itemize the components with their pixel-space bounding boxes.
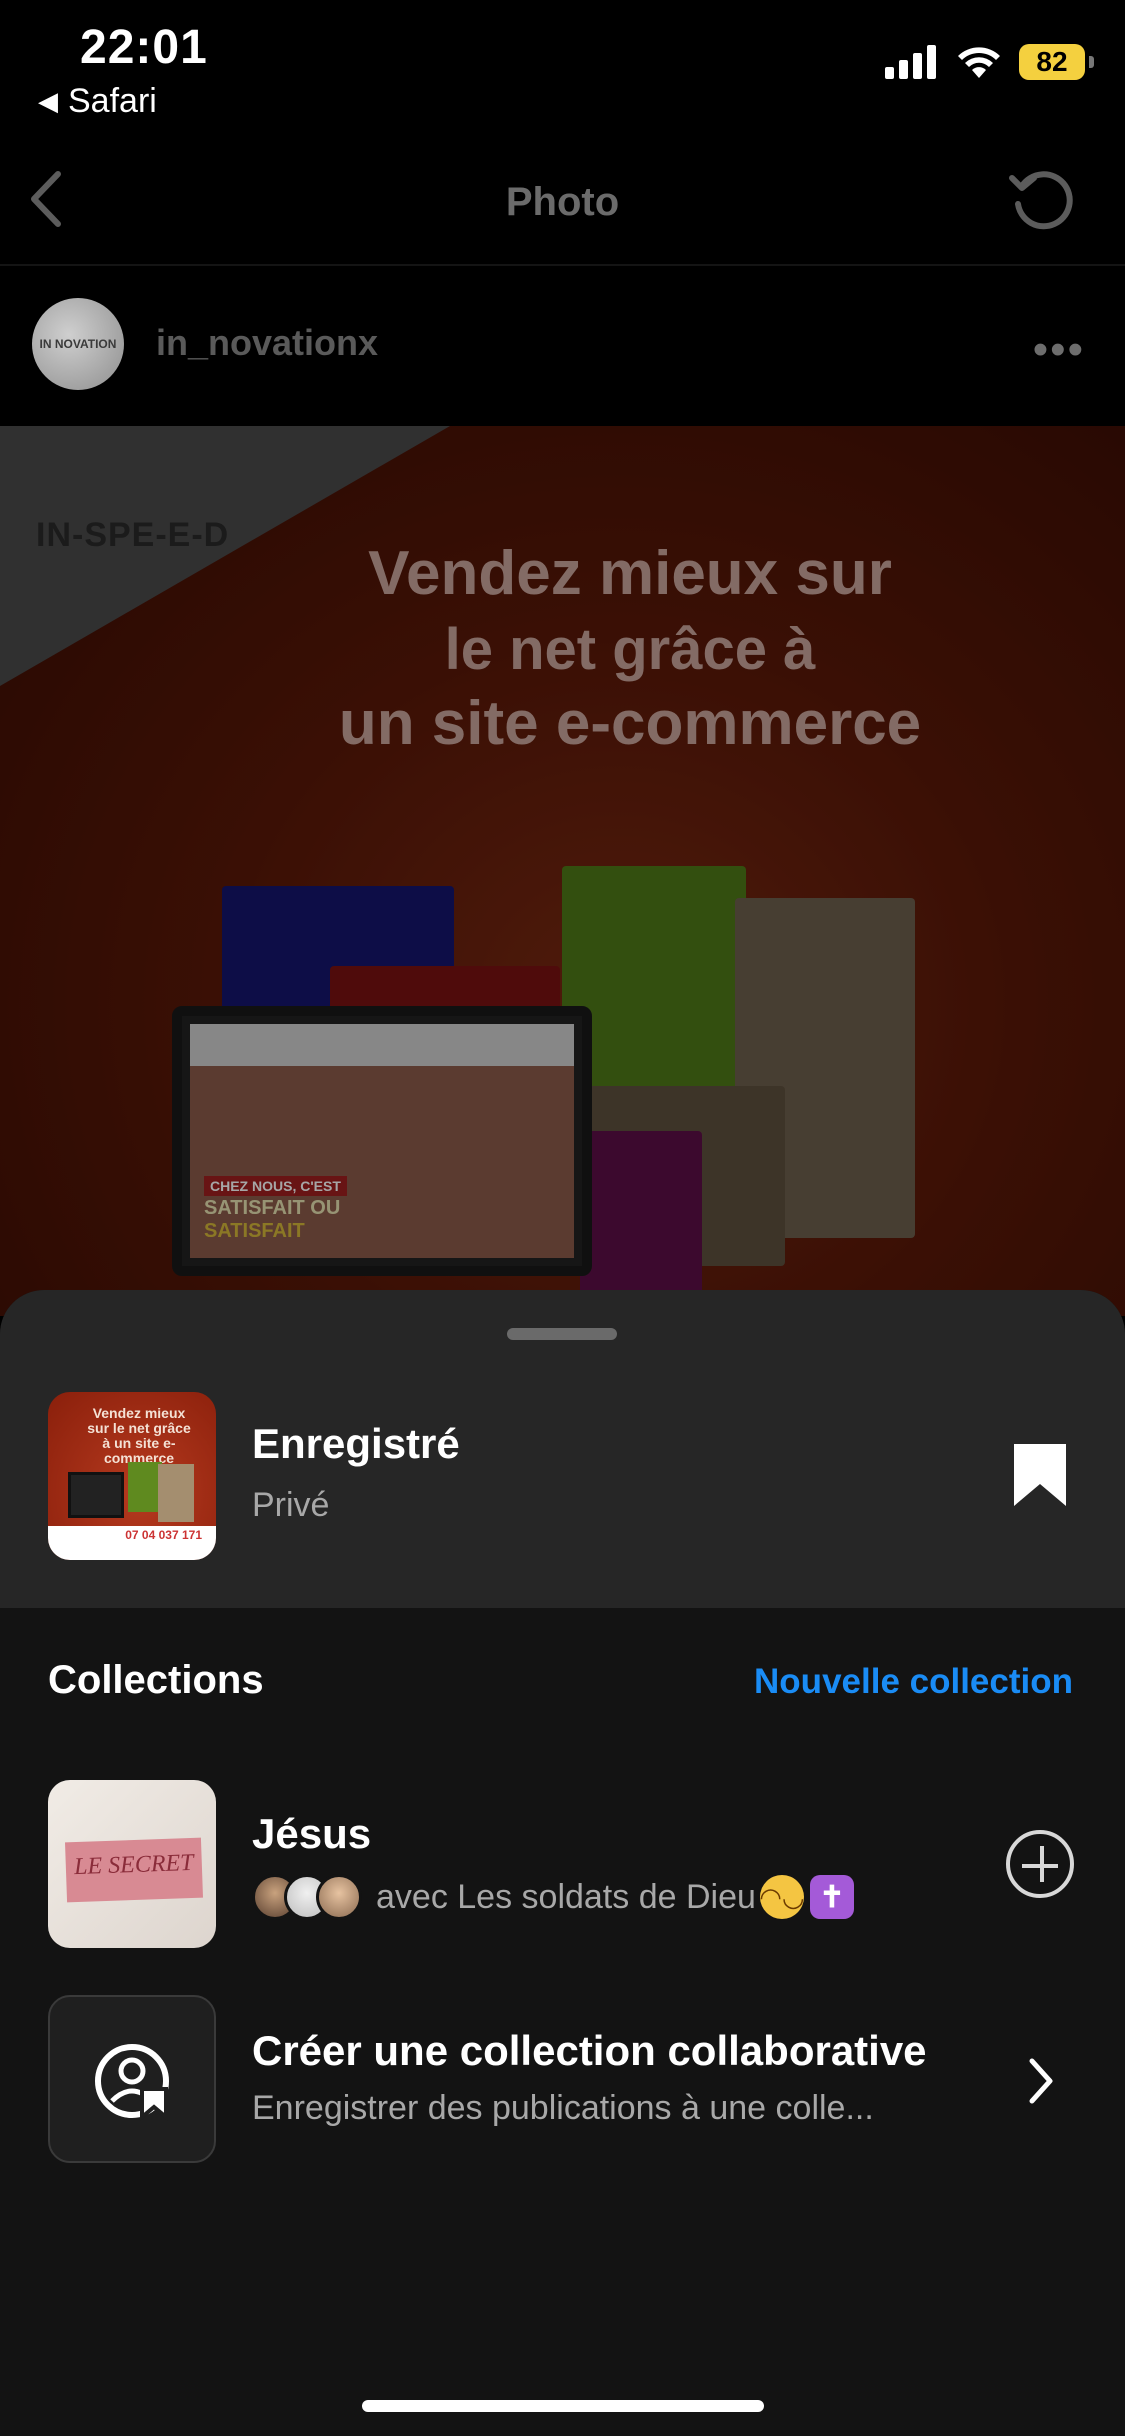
bookmark-filled-icon[interactable]: [1012, 1442, 1068, 1508]
collections-heading: Collections: [48, 1658, 264, 1702]
thumb-laptop: [68, 1472, 124, 1518]
thumb-box: [158, 1464, 194, 1522]
refresh-icon[interactable]: [1006, 164, 1076, 234]
thumb-headline: Vendez mieux sur le net grâce à un site …: [87, 1405, 191, 1466]
collab-user-bookmark-icon: [95, 2044, 169, 2122]
save-sheet: Vendez mieux sur le net grâce à un site …: [0, 1290, 1125, 2436]
back-to-safari[interactable]: ◀ Safari: [38, 82, 157, 121]
saved-section[interactable]: Vendez mieux sur le net grâce à un site …: [0, 1290, 1125, 1608]
plus-circle-icon[interactable]: [1006, 1830, 1074, 1898]
collection-meta: Enregistrer des publications à une colle…: [252, 2089, 874, 2127]
signal-icon: [885, 45, 936, 79]
saved-post-thumbnail: Vendez mieux sur le net grâce à un site …: [48, 1392, 216, 1560]
new-collection-link[interactable]: Nouvelle collection: [754, 1662, 1073, 1702]
wifi-icon: [958, 47, 1000, 78]
saved-title: Enregistré: [252, 1420, 460, 1467]
image-dim-overlay: [0, 426, 1125, 1316]
sheet-drag-handle[interactable]: [507, 1328, 617, 1340]
collection-row-create-collaborative[interactable]: Créer une collection collaborative Enreg…: [0, 1995, 1125, 2165]
post-author-avatar[interactable]: IN NOVATION: [32, 298, 124, 390]
cover-paper: LE SECRET: [64, 1837, 204, 1903]
saved-privacy: Privé: [252, 1486, 330, 1524]
collab-tile: [48, 1995, 216, 2163]
back-triangle-icon: ◀: [38, 86, 58, 116]
battery-level: 82: [1036, 46, 1068, 77]
collaborator-avatar: [316, 1874, 362, 1920]
chevron-right-icon[interactable]: [1026, 2057, 1056, 2105]
avatar-logo-text: IN NOVATION: [39, 337, 117, 351]
more-dots-icon[interactable]: •••: [1033, 325, 1085, 375]
back-app-label: Safari: [68, 82, 157, 120]
grin-emoji-icon: ◠◡: [759, 1875, 805, 1919]
post-username[interactable]: in_novationx: [156, 322, 378, 364]
post-image: IN-SPE-E-D Vendez mieux sur le net grâce…: [0, 426, 1125, 1316]
thumb-phone: 07 04 037 171: [48, 1526, 216, 1560]
collection-row-jesus[interactable]: LE SECRET Jésus avec Les soldats de Dieu…: [0, 1780, 1125, 1950]
collection-collaborators: avec Les soldats de Dieu ◠◡ ✝: [252, 1874, 854, 1920]
status-time: 22:01: [80, 21, 208, 74]
latin-cross-icon: ✝: [809, 1875, 854, 1919]
status-indicators: 82: [885, 44, 1094, 80]
battery-icon: 82: [1019, 44, 1094, 80]
collection-name: Jésus: [252, 1810, 372, 1857]
page-title: Photo: [505, 180, 620, 224]
collection-meta: avec Les soldats de Dieu: [376, 1877, 756, 1916]
collection-cover: LE SECRET: [48, 1780, 216, 1948]
cover-text: LE SECRET: [73, 1849, 194, 1881]
thumb-bag-green: [128, 1462, 162, 1512]
home-indicator[interactable]: [362, 2400, 764, 2412]
collection-name: Créer une collection collaborative: [252, 2027, 927, 2074]
